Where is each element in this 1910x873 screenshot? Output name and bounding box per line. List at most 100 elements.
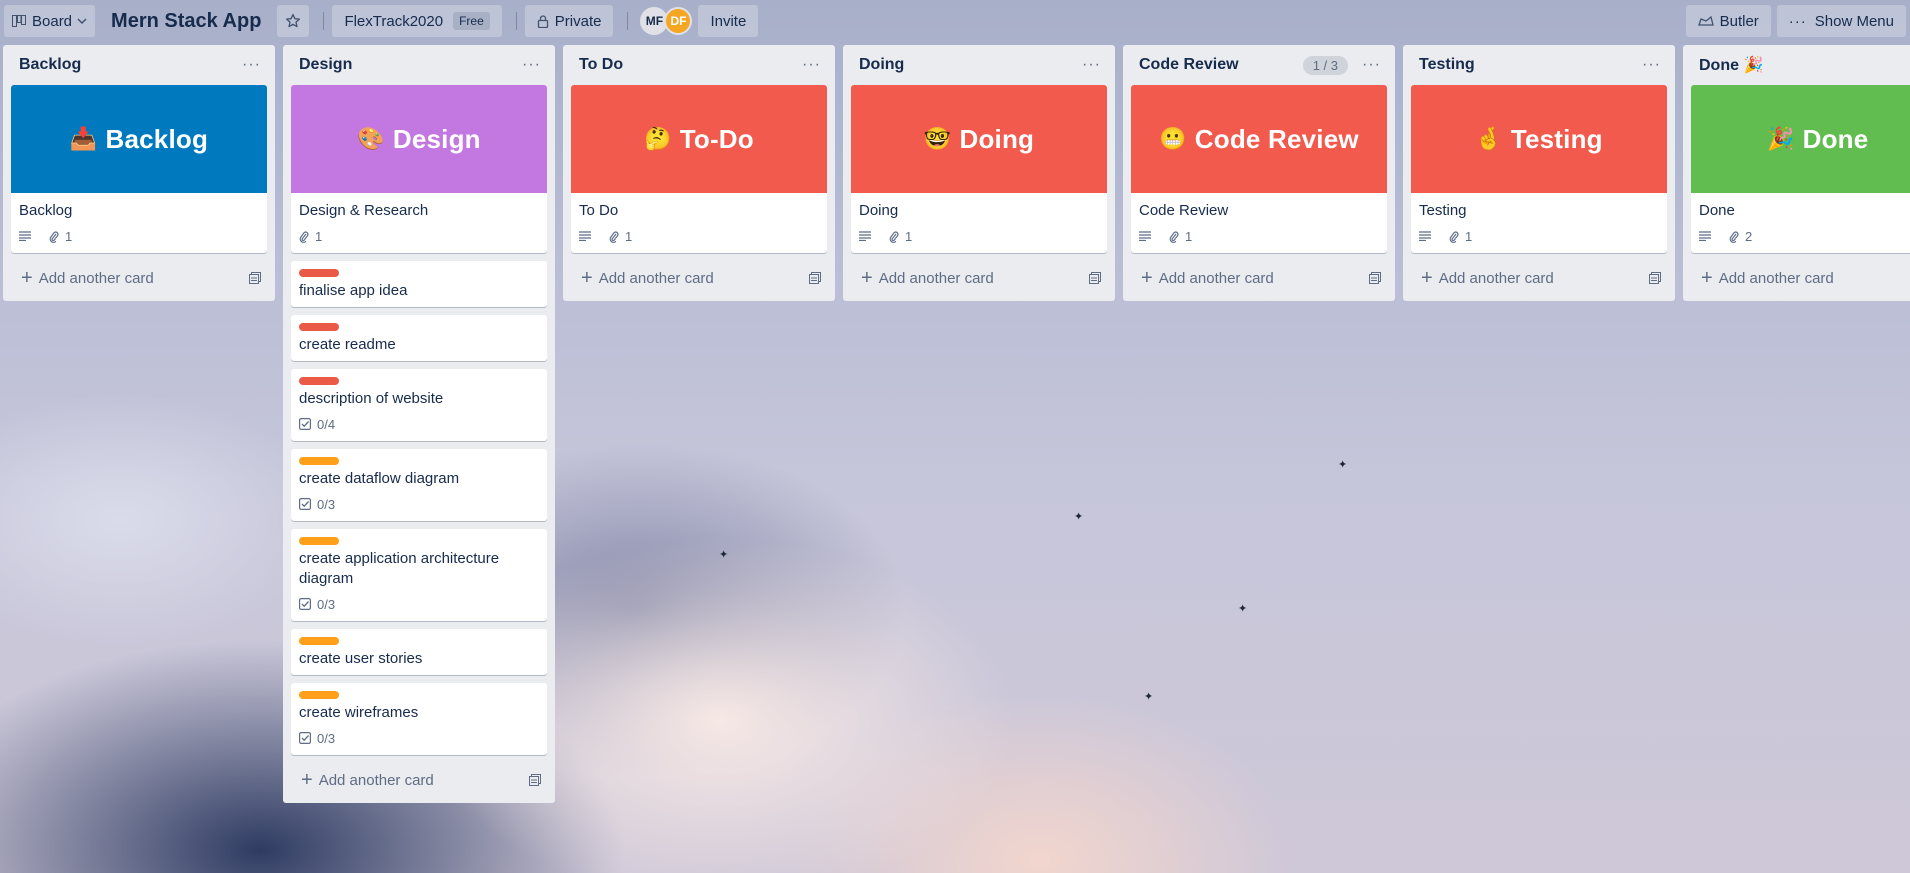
template-icon[interactable] xyxy=(529,774,541,786)
bird-decoration: ✦ xyxy=(1074,511,1084,523)
show-menu-button[interactable]: ··· Show Menu xyxy=(1776,5,1906,37)
more-icon[interactable]: ··· xyxy=(242,56,261,74)
card-label[interactable] xyxy=(299,537,339,545)
card-title: Design & Research xyxy=(299,202,429,219)
card[interactable]: create application architecture diagram … xyxy=(291,529,547,621)
card[interactable]: 🎨 Design Design & Research 1 xyxy=(291,85,547,253)
add-card-button[interactable]: + Add another card xyxy=(1691,261,1910,295)
list-title[interactable]: Backlog xyxy=(19,56,242,74)
card-title: description of website xyxy=(299,390,444,407)
plus-icon: + xyxy=(1141,267,1153,289)
card-cover: 🤞 Testing xyxy=(1411,85,1667,193)
invite-button[interactable]: Invite xyxy=(698,5,759,37)
add-card-button[interactable]: + Add another card xyxy=(11,261,267,295)
card-cover: 🎨 Design xyxy=(291,85,547,193)
card-title: finalise app idea xyxy=(299,282,408,299)
paperclip-icon xyxy=(49,231,59,243)
template-icon[interactable] xyxy=(1369,272,1381,284)
template-icon[interactable] xyxy=(809,272,821,284)
add-card-button[interactable]: + Add another card xyxy=(1411,261,1667,295)
more-icon[interactable]: ··· xyxy=(522,56,541,74)
board-view-switcher[interactable]: Board xyxy=(4,5,96,37)
more-icon[interactable]: ··· xyxy=(1082,56,1101,74)
list-title[interactable]: Design xyxy=(299,56,522,74)
card[interactable]: 📥 Backlog Backlog 1 xyxy=(11,85,267,253)
list-title[interactable]: Doing xyxy=(859,56,1082,74)
bird-decoration: ✦ xyxy=(1144,691,1154,703)
card-body: create user stories xyxy=(291,629,547,675)
card[interactable]: 🤔 To-Do To Do 1 xyxy=(571,85,827,253)
checklist-count: 0/3 xyxy=(317,596,336,612)
card-body: Design & Research 1 xyxy=(291,193,547,253)
visibility-button[interactable]: Private xyxy=(524,5,614,37)
list-header: Done 🎉 xyxy=(1691,45,1910,85)
visibility-label: Private xyxy=(554,12,602,30)
cover-text: Design xyxy=(392,123,481,154)
more-icon[interactable]: ··· xyxy=(802,56,821,74)
card[interactable]: create user stories xyxy=(291,629,547,675)
more-icon[interactable]: ··· xyxy=(1362,56,1381,74)
board-title[interactable]: Mern Stack App xyxy=(111,10,261,33)
add-card-button[interactable]: + Add another card xyxy=(851,261,1107,295)
star-icon xyxy=(286,13,301,28)
plus-icon: + xyxy=(21,267,33,289)
template-icon[interactable] xyxy=(1649,272,1661,284)
card-title: Testing xyxy=(1419,202,1467,219)
card[interactable]: 🎉 Done Done 2 xyxy=(1691,85,1910,253)
star-button[interactable] xyxy=(277,5,310,37)
checklist-count: 0/4 xyxy=(317,416,336,432)
template-icon[interactable] xyxy=(249,272,261,284)
avatar[interactable]: DF xyxy=(664,7,693,35)
card-label[interactable] xyxy=(299,691,339,699)
card-label[interactable] xyxy=(299,377,339,385)
add-card-button[interactable]: + Add another card xyxy=(291,763,547,797)
list-title[interactable]: Done 🎉 xyxy=(1699,55,1904,75)
card-label[interactable] xyxy=(299,323,339,331)
more-icon[interactable]: ··· xyxy=(1642,56,1661,74)
attachment-count: 1 xyxy=(905,228,913,244)
card-body: Code Review 1 xyxy=(1131,193,1387,253)
card-label[interactable] xyxy=(299,457,339,465)
show-menu-label: Show Menu xyxy=(1814,12,1894,30)
description-icon xyxy=(1419,231,1437,241)
list-title[interactable]: Code Review xyxy=(1139,56,1303,74)
cover-emoji: 🎨 xyxy=(357,126,385,151)
cover-text: Testing xyxy=(1510,123,1603,154)
add-card-button[interactable]: + Add another card xyxy=(571,261,827,295)
list-header: Code Review 1 / 3 ··· xyxy=(1131,45,1387,85)
board-header: Board Mern Stack App FlexTrack2020 Free … xyxy=(0,0,1910,42)
card-label[interactable] xyxy=(299,637,339,645)
header-divider xyxy=(323,12,325,30)
card[interactable]: description of website 0/4 xyxy=(291,369,547,441)
list-title[interactable]: Testing xyxy=(1419,56,1642,74)
card[interactable]: create readme xyxy=(291,315,547,361)
paperclip-icon xyxy=(889,231,899,243)
card[interactable]: finalise app idea xyxy=(291,261,547,307)
list-backlog: Backlog ··· 📥 Backlog Backlog 1 + Add an… xyxy=(3,45,275,301)
card-badges: 0/3 xyxy=(299,593,539,615)
card-badges: 1 xyxy=(1139,225,1379,247)
description-icon xyxy=(1139,231,1157,241)
add-card-button[interactable]: + Add another card xyxy=(1131,261,1387,295)
attachment-count: 1 xyxy=(1465,228,1473,244)
template-icon[interactable] xyxy=(1089,272,1101,284)
members-list: MF DF xyxy=(640,7,693,35)
card[interactable]: create wireframes 0/3 xyxy=(291,683,547,755)
butler-button[interactable]: Butler xyxy=(1685,5,1771,37)
card[interactable]: 🤞 Testing Testing 1 xyxy=(1411,85,1667,253)
card[interactable]: create dataflow diagram 0/3 xyxy=(291,449,547,521)
card-body: description of website 0/4 xyxy=(291,369,547,441)
list-title[interactable]: To Do xyxy=(579,56,802,74)
card-body: create dataflow diagram 0/3 xyxy=(291,449,547,521)
list-header: Testing ··· xyxy=(1411,45,1667,85)
card-body: Backlog 1 xyxy=(11,193,267,253)
list-testing: Testing ··· 🤞 Testing Testing 1 + Add an… xyxy=(1403,45,1675,301)
card[interactable]: 🤓 Doing Doing 1 xyxy=(851,85,1107,253)
butler-label: Butler xyxy=(1719,12,1759,30)
description-icon xyxy=(859,231,877,241)
card[interactable]: 😬 Code Review Code Review 1 xyxy=(1131,85,1387,253)
list-done: Done 🎉 🎉 Done Done 2 + Add another card xyxy=(1683,45,1910,301)
card-label[interactable] xyxy=(299,269,339,277)
workspace-button[interactable]: FlexTrack2020 Free xyxy=(332,5,502,37)
list-design: Design ··· 🎨 Design Design & Research 1 … xyxy=(283,45,555,803)
